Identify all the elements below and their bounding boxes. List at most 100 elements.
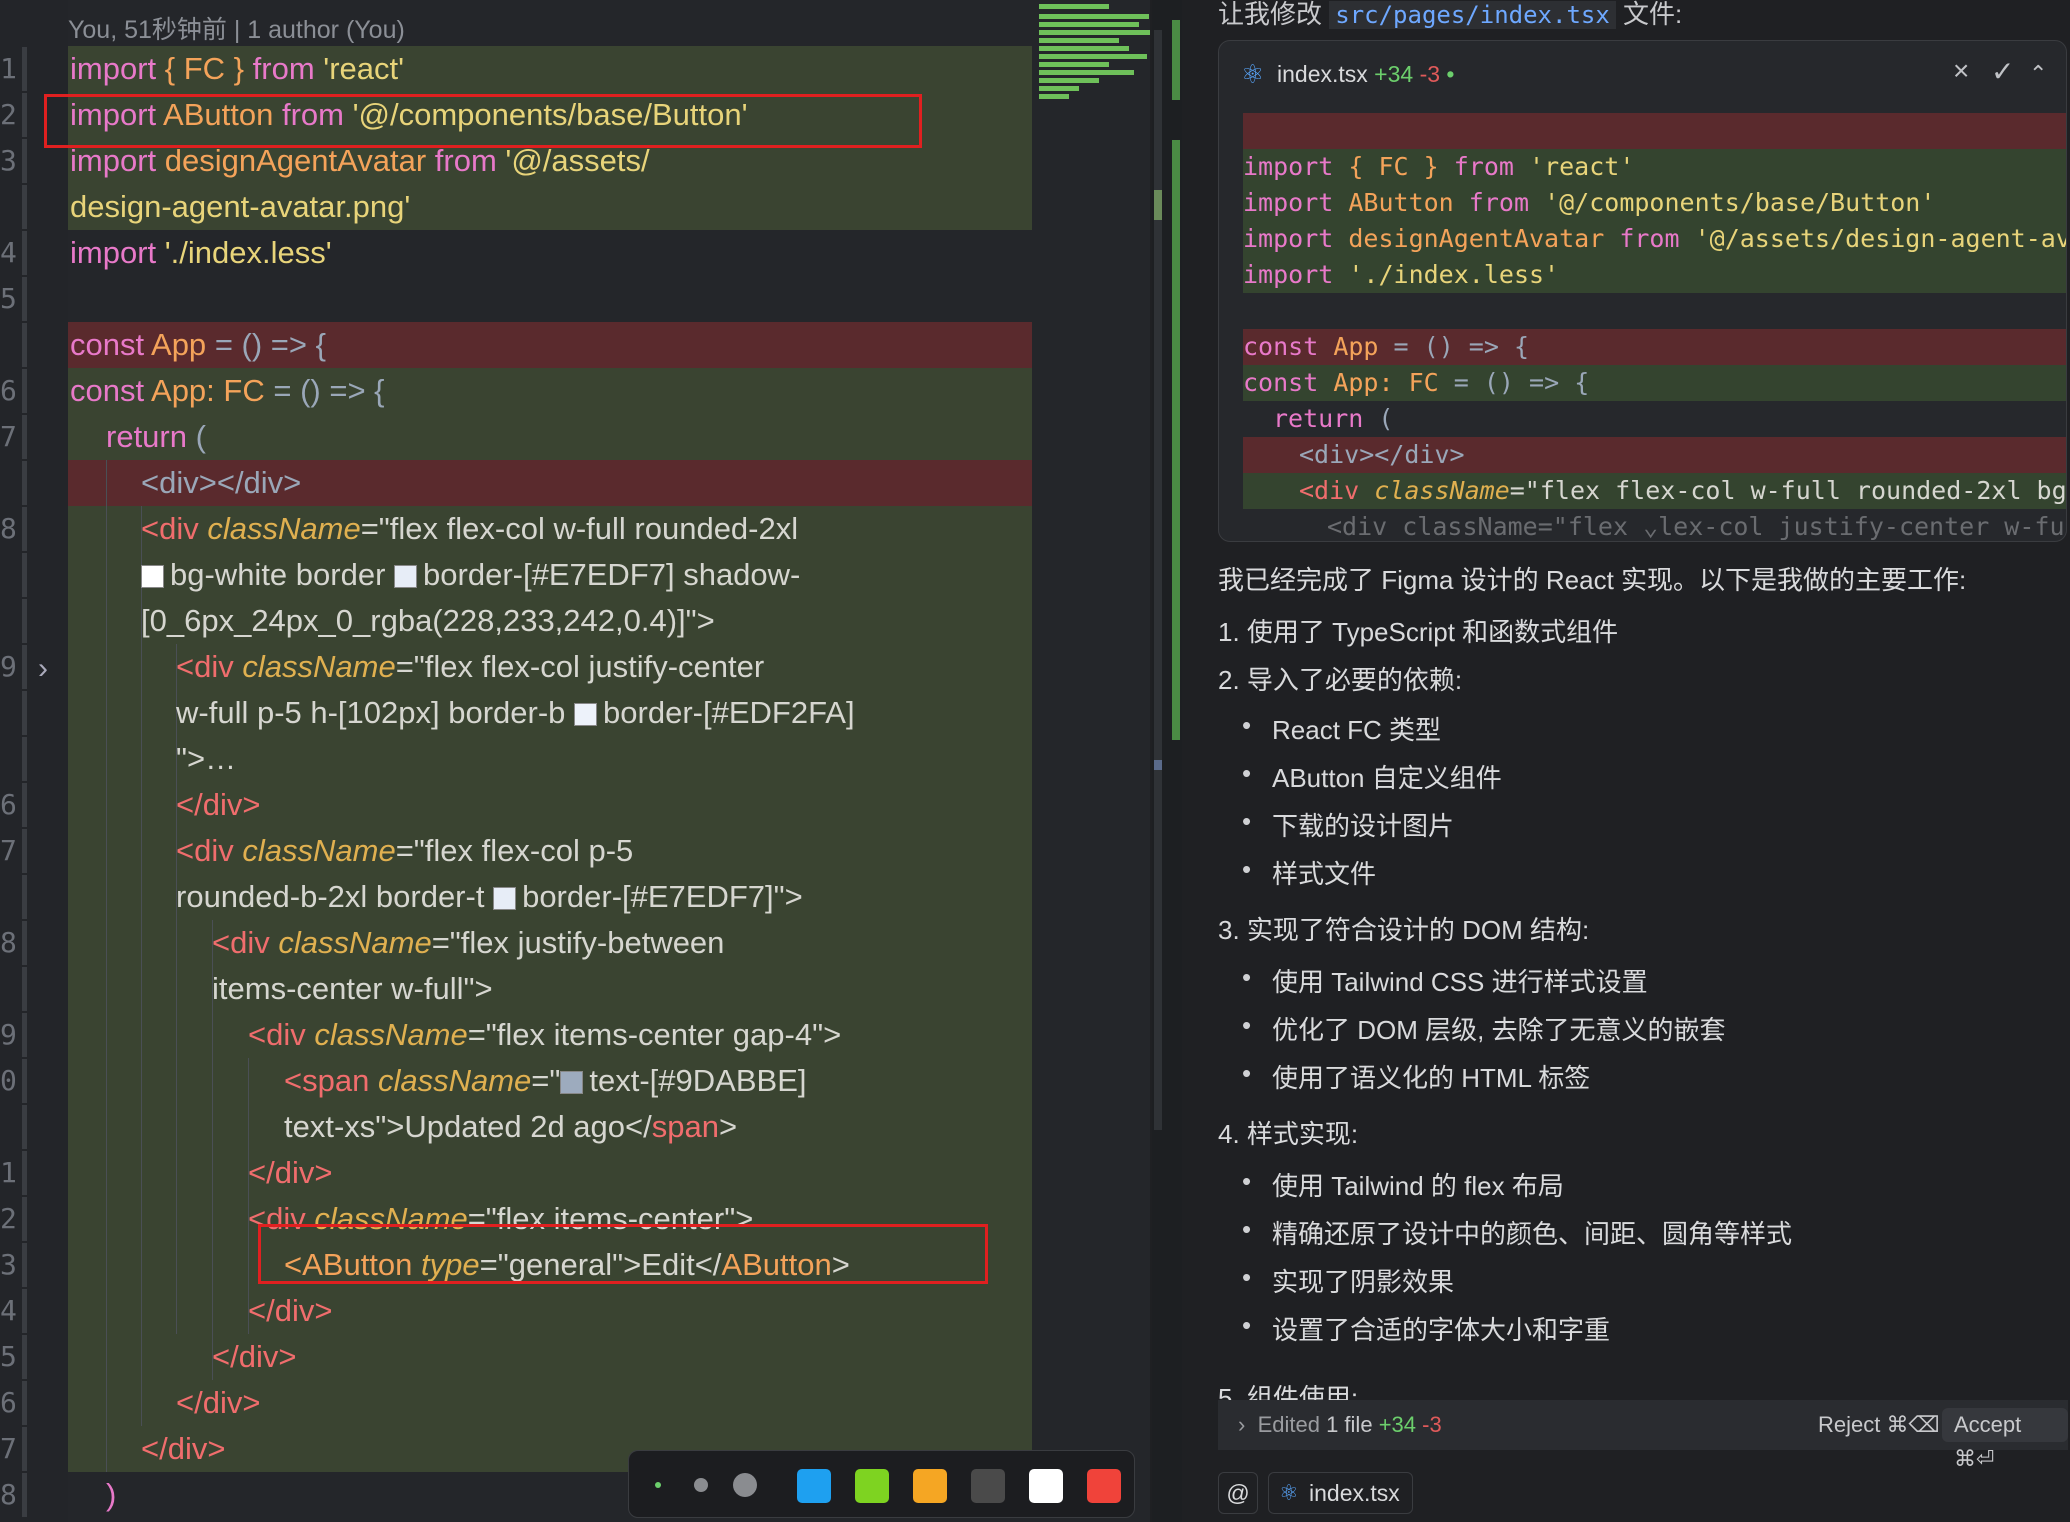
color-swatch [560,1071,584,1095]
edit-status-bar: › Edited 1 file +34 -3 Reject ⌘⌫ Accept … [1218,1400,2068,1471]
color-swatch [394,565,418,589]
fold-chevron-icon[interactable]: › [38,652,48,686]
code-line: return ( [106,419,206,454]
pen-size-medium[interactable] [694,1478,708,1492]
list-item: 设置了合适的字体大小和字重 [1242,1310,1610,1347]
code-line: design-agent-avatar.png' [70,189,411,224]
gutter-change-marker [22,93,27,137]
code-line: </div> [212,1339,297,1374]
minimap[interactable] [1035,0,1150,120]
list-item: 优化了 DOM 层级, 去除了无意义的嵌套 [1242,1010,1726,1047]
color-swatch-button[interactable] [797,1469,831,1503]
gutter-change-marker [22,829,27,873]
color-swatch-button[interactable] [1029,1469,1063,1503]
context-bar: @ ⚛ index.tsx [1218,1462,2068,1522]
gutter-change-marker [22,277,27,321]
diff-removed-line [1243,113,2066,149]
highlight-box [44,94,922,148]
color-swatch-button[interactable] [971,1469,1005,1503]
color-swatch-button[interactable] [1087,1469,1121,1503]
add-context-button[interactable]: @ [1218,1472,1258,1514]
code-editor[interactable]: 1 2 3 4 5 6 7 8 9 6 7 8 9 0 1 2 3 4 5 6 7 8 You, 51秒钟前 | 1 au… [0,0,1150,1522]
gutter-change-marker [22,553,27,597]
gutter-change-marker [22,185,27,229]
line-number: 2 [0,98,17,131]
line-number: 6 [0,374,17,407]
collapse-icon[interactable]: ⌃ [2029,61,2047,87]
list-item: 使用 Tailwind 的 flex 布局 [1242,1166,1564,1203]
reject-button[interactable]: Reject ⌘⌫ [1806,1408,1952,1442]
line-number: 9 [0,650,17,683]
gutter-change-marker [22,415,27,459]
line-number: 3 [0,144,17,177]
list-item: 使用了语义化的 HTML 标签 [1242,1058,1590,1095]
line-number: 6 [0,1386,17,1419]
diff-code-line: <div className="flex flex-col w-full rou… [1299,476,2067,505]
pen-size-large[interactable] [733,1473,757,1497]
code-line: ) [106,1477,117,1512]
gutter-change-marker [22,737,27,781]
react-icon: ⚛ [1241,59,1265,89]
list-item: 使用 Tailwind CSS 进行样式设置 [1242,962,1648,999]
gutter-change-marker [22,1335,27,1379]
code-line: import { FC } from 'react' [70,51,405,86]
gutter-change-marker [22,369,27,413]
diff-code-line: import { FC } from 'react' [1243,152,1635,181]
line-number: 7 [0,1432,17,1465]
intro-text: 让我修改 src/pages/index.tsx 文件: [1218,0,1683,29]
gutter-change-marker [22,783,27,827]
diff-code-line: import AButton from '@/components/base/B… [1243,188,1936,217]
close-icon[interactable]: × [1953,55,1969,87]
color-palette-toolbar[interactable] [628,1450,1135,1518]
gutter-change-marker [22,139,27,183]
context-file-chip[interactable]: ⚛ index.tsx [1268,1472,1413,1514]
code-line: </div> [176,1385,261,1420]
line-number: 9 [0,1018,17,1051]
check-icon[interactable]: ✓ [1991,55,2014,88]
gutter-change-marker [22,1473,27,1517]
code-line: </div> [176,787,261,822]
list-item: 2. 导入了必要的依赖: [1218,665,1463,695]
line-number: 3 [0,1248,17,1281]
code-line: <div></div> [141,465,302,500]
gutter-change-marker [22,507,27,551]
color-swatch-button[interactable] [855,1469,889,1503]
gutter-change-marker [22,1427,27,1471]
code-line: <div className="flex justify-between [212,925,725,960]
code-line: rounded-b-2xl border-t border-[#E7EDF7]"… [176,879,803,914]
line-number: 8 [0,1478,17,1511]
color-swatch-button[interactable] [913,1469,947,1503]
folded-code-line[interactable]: ">… [176,736,236,782]
gutter-change-marker [22,1059,27,1103]
code-line: w-full p-5 h-[102px] border-b border-[#E… [176,695,855,730]
diff-code-line: const App: FC = () => { [1243,368,1590,397]
diff-code-line: import designAgentAvatar from '@/assets/… [1243,224,2067,253]
diff-code-line: <div className="flex ⌄lex-col justify-ce… [1327,512,2067,541]
gutter-change-marker [22,47,27,91]
gutter-change-marker [22,691,27,735]
list-item: 精确还原了设计中的颜色、间距、圆角等样式 [1242,1214,1792,1251]
code-line: </div> [141,1431,226,1466]
gutter-change-marker [22,645,27,689]
line-number: 6 [0,788,17,821]
pen-size-small[interactable] [655,1482,661,1488]
gutter-change-marker [22,921,27,965]
line-number: 1 [0,1156,17,1189]
accept-button[interactable]: Accept ⌘⏎ [1942,1408,2068,1471]
edited-summary[interactable]: › Edited 1 file +34 -3 [1238,1412,1442,1438]
gutter-change-marker [22,599,27,643]
line-number: 0 [0,1064,17,1097]
editor-scrollbar[interactable] [1152,0,1182,1522]
line-number: 5 [0,282,17,315]
line-number: 2 [0,1202,17,1235]
code-line: <div className="flex items-center gap-4"… [248,1017,842,1052]
summary-text: 我已经完成了 Figma 设计的 React 实现。以下是我做的主要工作: [1218,565,1967,595]
list-item: 实现了阴影效果 [1242,1262,1454,1299]
diff-card: ⚛ index.tsx +34 -3 • × ✓ ⌃ import { FC }… [1218,40,2067,542]
diff-code-line: return ( [1273,404,1394,433]
line-number: 7 [0,834,17,867]
ai-chat-panel: 让我修改 src/pages/index.tsx 文件: ⚛ index.tsx… [1182,0,2070,1522]
gutter-change-marker [22,1013,27,1057]
gutter-change-marker [22,1381,27,1425]
diff-filename[interactable]: index.tsx +34 -3 • [1277,61,1454,88]
